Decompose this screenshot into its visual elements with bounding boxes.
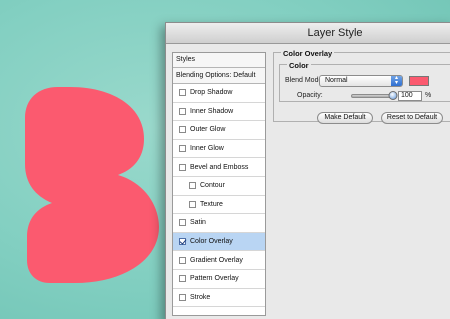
- reset-to-default-button[interactable]: Reset to Default: [381, 112, 443, 124]
- style-checkbox[interactable]: [179, 126, 186, 134]
- style-item-label: Bevel and Emboss: [190, 163, 249, 171]
- overlay-color-swatch[interactable]: [409, 76, 429, 86]
- style-checkbox[interactable]: [179, 107, 186, 115]
- style-checkbox[interactable]: [179, 163, 186, 171]
- styles-header[interactable]: Styles: [173, 53, 265, 68]
- opacity-label: Opacity:: [297, 92, 323, 99]
- style-item-outer-glow[interactable]: Outer Glow: [173, 121, 265, 140]
- style-item-label: Pattern Overlay: [190, 275, 239, 283]
- style-item-inner-glow[interactable]: Inner Glow: [173, 140, 265, 159]
- dialog-title: Layer Style: [307, 27, 363, 39]
- style-checkbox[interactable]: [189, 200, 196, 208]
- style-item-label: Gradient Overlay: [190, 256, 243, 264]
- style-item-color-overlay[interactable]: Color Overlay: [173, 232, 265, 252]
- style-item-bevel-and-emboss[interactable]: Bevel and Emboss: [173, 158, 265, 177]
- style-checkbox[interactable]: [179, 275, 186, 283]
- blend-mode-select[interactable]: Normal ▴ ▾: [319, 75, 403, 87]
- make-default-button[interactable]: Make Default: [317, 112, 373, 124]
- style-item-label: Satin: [190, 219, 206, 227]
- dialog-titlebar[interactable]: Layer Style: [166, 23, 450, 44]
- style-item-pattern-overlay[interactable]: Pattern Overlay: [173, 270, 265, 289]
- chevron-updown-icon: ▴ ▾: [391, 75, 402, 86]
- style-list: Drop Shadow Inner Shadow Outer Glow Inner G…: [173, 84, 265, 308]
- percent-unit: %: [425, 92, 432, 99]
- style-checkbox[interactable]: [189, 182, 196, 190]
- style-item-contour[interactable]: Contour: [173, 177, 265, 196]
- style-item-satin[interactable]: Satin: [173, 214, 265, 233]
- style-item-inner-shadow[interactable]: Inner Shadow: [173, 103, 265, 122]
- style-item-label: Inner Shadow: [190, 107, 234, 115]
- style-item-label: Texture: [200, 200, 223, 208]
- style-item-label: Contour: [200, 182, 225, 190]
- opacity-slider-knob[interactable]: [388, 91, 398, 100]
- style-item-label: Outer Glow: [190, 126, 226, 134]
- blend-mode-value: Normal: [325, 77, 348, 84]
- opacity-input[interactable]: 100: [398, 91, 422, 101]
- style-checkbox[interactable]: [179, 238, 186, 246]
- style-checkbox[interactable]: [179, 219, 186, 227]
- style-checkbox[interactable]: [179, 145, 186, 153]
- style-item-texture[interactable]: Texture: [173, 196, 265, 215]
- opacity-slider[interactable]: [351, 91, 398, 100]
- color-overlay-title: Color Overlay: [281, 49, 335, 58]
- style-item-label: Inner Glow: [190, 145, 224, 153]
- style-item-stroke[interactable]: Stroke: [173, 289, 265, 308]
- style-item-label: Color Overlay: [190, 238, 233, 246]
- style-checkbox[interactable]: [179, 89, 186, 97]
- styles-panel: Styles Blending Options: Default Drop Sh…: [172, 52, 266, 316]
- layer-style-dialog: Layer Style Styles Blending Options: Def…: [165, 22, 450, 319]
- style-item-gradient-overlay[interactable]: Gradient Overlay: [173, 251, 265, 270]
- style-item-drop-shadow[interactable]: Drop Shadow: [173, 84, 265, 103]
- style-checkbox[interactable]: [179, 256, 186, 264]
- color-group-title: Color: [287, 61, 311, 70]
- style-checkbox[interactable]: [179, 293, 186, 301]
- blending-options-item[interactable]: Blending Options: Default: [173, 68, 265, 84]
- style-item-label: Drop Shadow: [190, 89, 233, 97]
- style-item-label: Stroke: [190, 293, 211, 301]
